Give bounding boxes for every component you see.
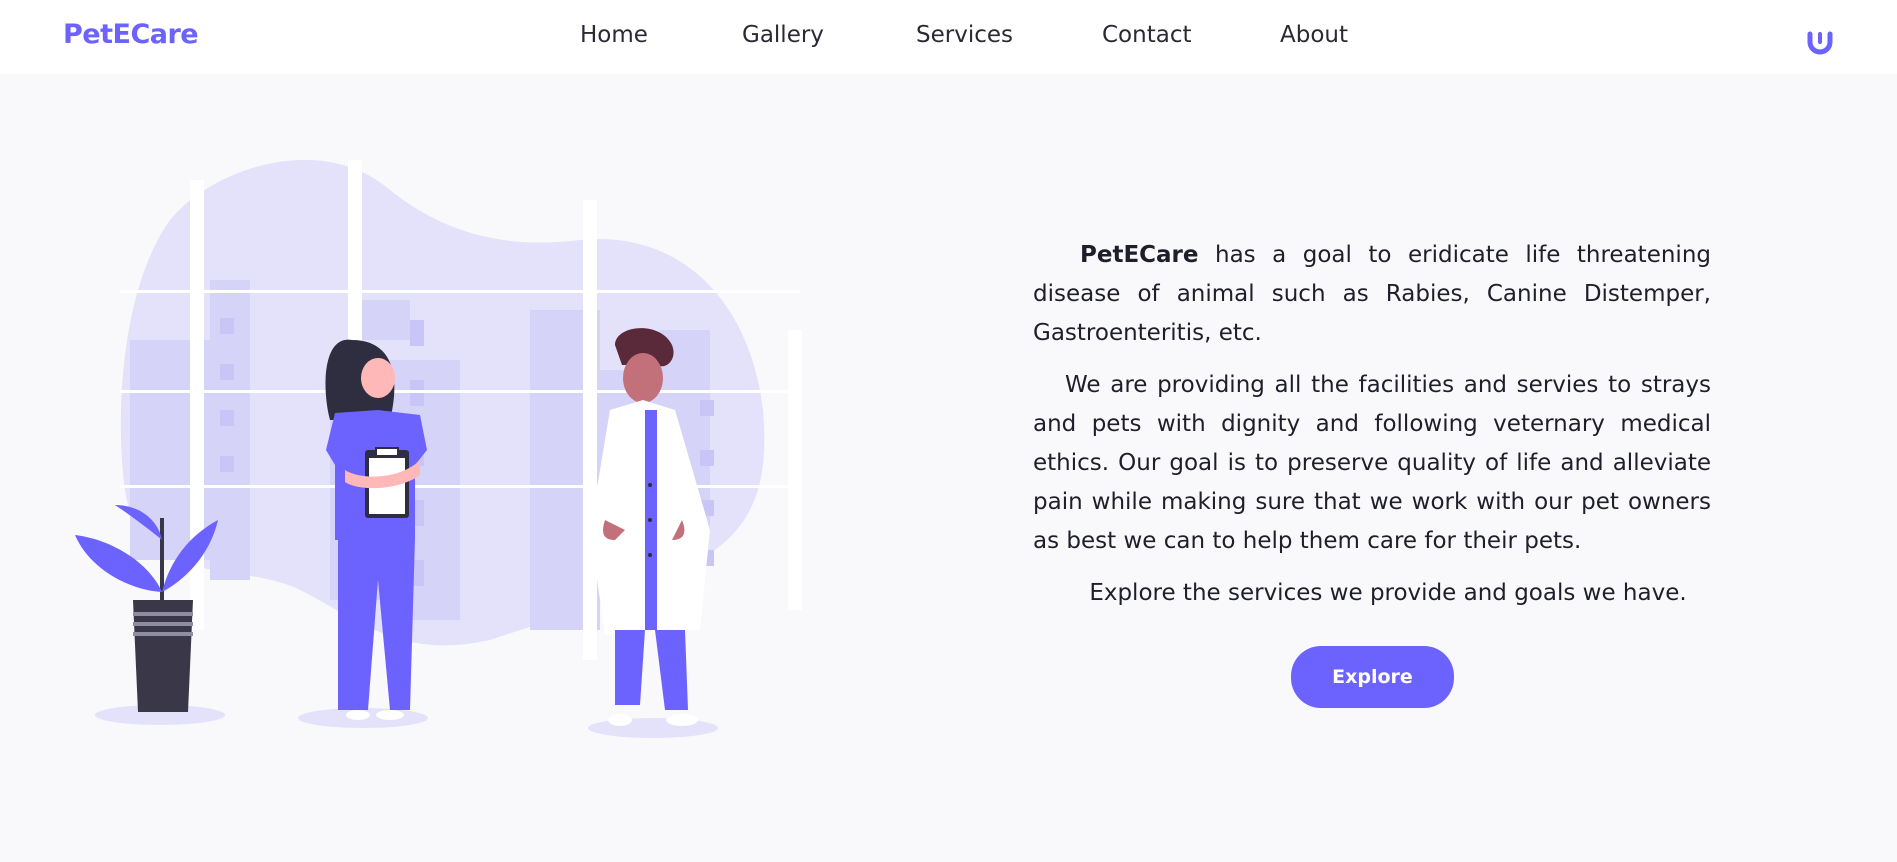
navbar: PetECare Home Gallery Services Contact A… [0, 0, 1897, 74]
smile-icon[interactable] [1806, 30, 1834, 58]
brand-highlight: PetECare [1080, 242, 1199, 268]
nav-gallery-link[interactable]: Gallery [742, 22, 824, 48]
nav-home-link[interactable]: Home [580, 22, 648, 48]
brand-logo[interactable]: PetECare [63, 19, 199, 50]
hero-content: PetECare has a goal to eridicate life th… [1033, 236, 1711, 626]
explore-button[interactable]: Explore [1291, 646, 1454, 708]
explore-prompt: Explore the services we provide and goal… [1089, 580, 1687, 606]
intro-paragraph: PetECare has a goal to eridicate life th… [1033, 236, 1711, 353]
mission-paragraph: We are providing all the facilities and … [1033, 372, 1711, 554]
nav-services-link[interactable]: Services [916, 22, 1013, 48]
doctors-illustration [60, 159, 860, 760]
nav-about-link[interactable]: About [1280, 22, 1348, 48]
nav-contact-link[interactable]: Contact [1102, 22, 1191, 48]
